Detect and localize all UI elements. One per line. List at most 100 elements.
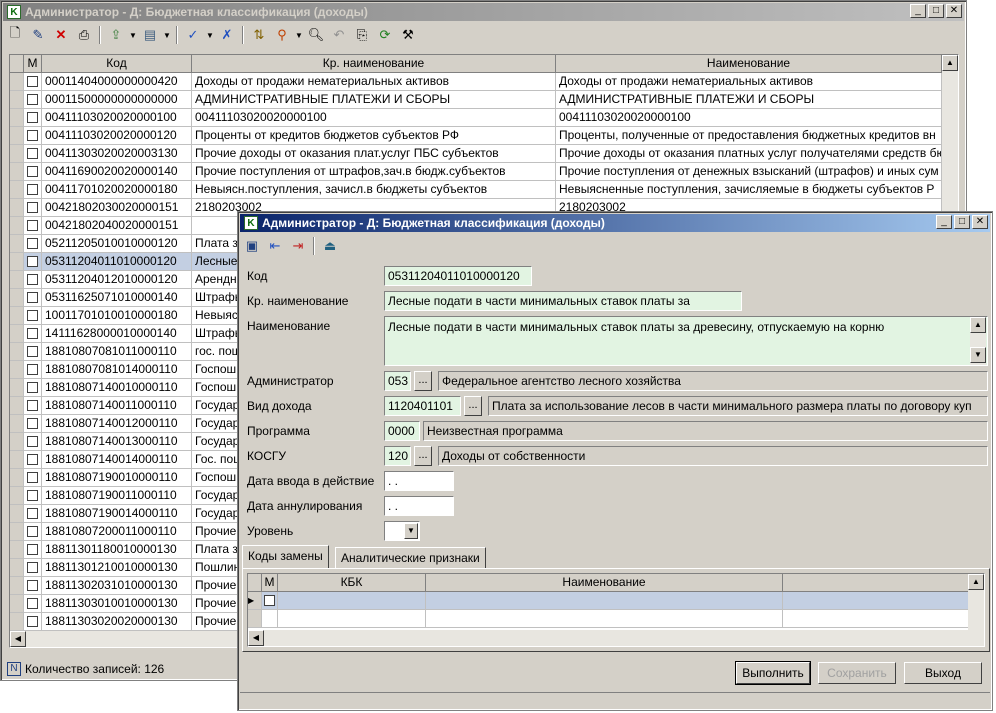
- row-checkbox[interactable]: [27, 598, 38, 609]
- dialog-close-button[interactable]: ✕: [972, 215, 988, 229]
- row-checkbox[interactable]: [27, 562, 38, 573]
- row-checkbox[interactable]: [27, 472, 38, 483]
- scroll-up-icon[interactable]: ▲: [942, 55, 958, 71]
- export-icon[interactable]: ⇪: [106, 25, 126, 45]
- row-checkbox[interactable]: [27, 346, 38, 357]
- admin-lookup-button[interactable]: ...: [414, 371, 432, 391]
- row-checkbox[interactable]: [27, 94, 38, 105]
- column-header-short[interactable]: Кр. наименование: [192, 55, 556, 72]
- kosgu-code-field[interactable]: 120: [384, 446, 411, 466]
- delete-icon[interactable]: ✕: [51, 25, 71, 45]
- row-checkbox[interactable]: [27, 328, 38, 339]
- cell-code[interactable]: 14111628000010000140: [42, 325, 192, 342]
- table-row[interactable]: 00411103020020000120 Проценты от кредитов…: [10, 127, 958, 145]
- cell-code[interactable]: 18811303020020000130: [42, 613, 192, 630]
- row-checkbox[interactable]: [27, 418, 38, 429]
- level-dropdown-icon[interactable]: ▼: [404, 523, 418, 539]
- code-field[interactable]: 05311204011010000120: [384, 266, 532, 286]
- short-name-field[interactable]: Лесные подати в части минимальных ставок…: [384, 291, 742, 311]
- column-header-name[interactable]: Наименование: [556, 55, 942, 72]
- sub-scroll-left-icon[interactable]: ◀: [248, 630, 264, 646]
- cell-name[interactable]: АДМИНИСТРАТИВНЫЕ ПЛАТЕЖИ И СБОРЫ: [556, 91, 942, 108]
- filter-dropdown-icon[interactable]: ▼: [295, 31, 303, 40]
- cell-code[interactable]: 10011701010010000180: [42, 307, 192, 324]
- cell-code[interactable]: 18811301210010000130: [42, 559, 192, 576]
- cell-name[interactable]: Проценты, полученные от предоставления б…: [556, 127, 942, 144]
- cell-code[interactable]: 18810807190014000110: [42, 505, 192, 522]
- cell-code[interactable]: 18811301180010000130: [42, 541, 192, 558]
- table-row[interactable]: 00411701020020000180 Невыясн.поступления,…: [10, 181, 958, 199]
- replacement-row[interactable]: ▶: [248, 592, 968, 610]
- row-checkbox[interactable]: [27, 508, 38, 519]
- row-checkbox[interactable]: [27, 184, 38, 195]
- row-checkbox[interactable]: [27, 238, 38, 249]
- cell-code[interactable]: 18810807081014000110: [42, 361, 192, 378]
- edit-icon[interactable]: ✎: [28, 25, 48, 45]
- name-scroll-down-icon[interactable]: ▼: [970, 347, 986, 363]
- cell-code[interactable]: 18810807190011000110: [42, 487, 192, 504]
- row-checkbox[interactable]: [27, 310, 38, 321]
- table-row[interactable]: 00411690020020000140 Прочие поступления о…: [10, 163, 958, 181]
- cell-code[interactable]: 18810807140014000110: [42, 451, 192, 468]
- column-header-code[interactable]: Код: [42, 55, 192, 72]
- find-icon[interactable]: 🔍︎: [306, 25, 326, 45]
- row-checkbox[interactable]: [27, 292, 38, 303]
- row-checkbox[interactable]: [27, 202, 38, 213]
- tab-replacement-codes[interactable]: Коды замены: [242, 545, 329, 569]
- dialog-maximize-button[interactable]: □: [954, 215, 970, 229]
- kosgu-lookup-button[interactable]: ...: [414, 446, 432, 466]
- cell-code[interactable]: 00411690020020000140: [42, 163, 192, 180]
- row-checkbox[interactable]: [27, 130, 38, 141]
- cell-code[interactable]: 00411103020020000120: [42, 127, 192, 144]
- cell-code[interactable]: 18811303010010000130: [42, 595, 192, 612]
- cell-code[interactable]: 00011500000000000000: [42, 91, 192, 108]
- row-checkbox[interactable]: [27, 544, 38, 555]
- import-icon[interactable]: ▤: [140, 25, 160, 45]
- sub-column-mark[interactable]: М: [262, 574, 278, 591]
- check-dropdown-icon[interactable]: ▼: [206, 31, 214, 40]
- row-checkbox[interactable]: [27, 364, 38, 375]
- save-record-icon[interactable]: ▣: [242, 236, 262, 256]
- row-checkbox[interactable]: [27, 616, 38, 627]
- row-checkbox[interactable]: [27, 220, 38, 231]
- sub-scroll-up-icon[interactable]: ▲: [968, 574, 984, 590]
- dialog-titlebar[interactable]: K Администратор - Д: Бюджетная классифик…: [240, 214, 990, 232]
- cell-code[interactable]: 18810807140013000110: [42, 433, 192, 450]
- indent-out-icon[interactable]: ⇥: [288, 236, 308, 256]
- row-checkbox[interactable]: [27, 274, 38, 285]
- date-start-field[interactable]: . .: [384, 471, 454, 491]
- tab-analytic-attributes[interactable]: Аналитические признаки: [335, 547, 486, 569]
- copy-icon[interactable]: ⎘: [352, 25, 372, 45]
- print-icon[interactable]: ⎙: [74, 25, 94, 45]
- indent-in-icon[interactable]: ⇤: [265, 236, 285, 256]
- cell-code[interactable]: 18810807140011000110: [42, 397, 192, 414]
- cell-short[interactable]: Проценты от кредитов бюджетов субъектов …: [192, 127, 556, 144]
- column-header-mark[interactable]: М: [24, 55, 42, 72]
- row-checkbox[interactable]: [27, 490, 38, 501]
- new-document-icon[interactable]: 🗋: [5, 25, 25, 45]
- row-checkbox[interactable]: [27, 400, 38, 411]
- name-field[interactable]: Лесные подати в части минимальных ставок…: [384, 316, 988, 366]
- name-scroll-up-icon[interactable]: ▲: [970, 317, 986, 333]
- cell-name[interactable]: Прочие доходы от оказания платных услуг …: [556, 145, 942, 162]
- cell-short[interactable]: Доходы от продажи нематериальных активов: [192, 73, 556, 90]
- cell-code[interactable]: 05311204011010000120: [42, 253, 192, 270]
- name-scrollbar[interactable]: ▲ ▼: [970, 317, 986, 365]
- main-titlebar[interactable]: K Администратор - Д: Бюджетная классифик…: [3, 3, 964, 21]
- row-checkbox[interactable]: [27, 454, 38, 465]
- cell-code[interactable]: 00411303020020003130: [42, 145, 192, 162]
- income-code-field[interactable]: 1120401101: [384, 396, 461, 416]
- row-checkbox[interactable]: [264, 595, 275, 606]
- cell-code[interactable]: 00421802040020000151: [42, 217, 192, 234]
- row-checkbox[interactable]: [27, 580, 38, 591]
- cell-short[interactable]: АДМИНИСТРАТИВНЫЕ ПЛАТЕЖИ И СБОРЫ: [192, 91, 556, 108]
- sub-column-kbk[interactable]: КБК: [278, 574, 426, 591]
- cell-code[interactable]: 18810807200011000110: [42, 523, 192, 540]
- table-row[interactable]: 00011404000000000420 Доходы от продажи не…: [10, 73, 958, 91]
- cell-name[interactable]: Прочие поступления от денежных взысканий…: [556, 163, 942, 180]
- row-checkbox[interactable]: [27, 148, 38, 159]
- refresh-icon[interactable]: ⟳: [375, 25, 395, 45]
- execute-button[interactable]: Выполнить: [735, 661, 811, 685]
- sort-icon[interactable]: ⇅: [249, 25, 269, 45]
- filter-icon[interactable]: ⚲: [272, 25, 292, 45]
